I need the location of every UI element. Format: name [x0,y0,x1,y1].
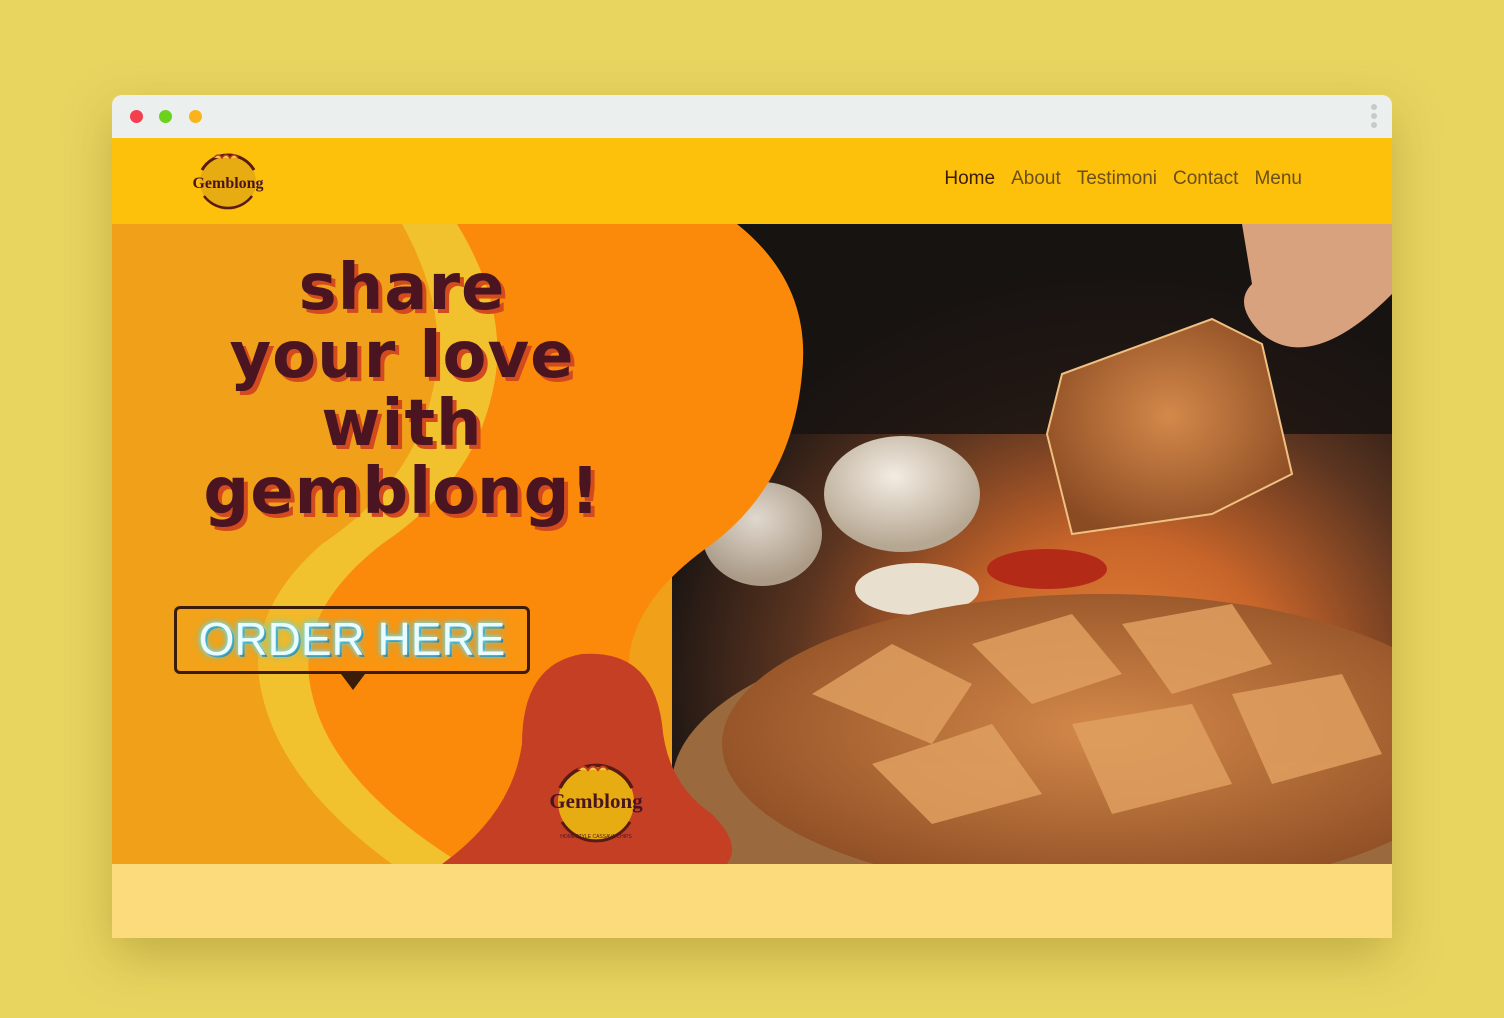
kebab-menu-icon[interactable] [1370,104,1378,130]
nav-menu[interactable]: Menu [1254,168,1302,190]
headline-line: gemblong! [203,455,601,529]
minimize-window-button[interactable] [159,110,172,123]
content-band [112,864,1392,938]
headline-line: share [298,251,506,325]
order-here-label: ORDER HERE [198,613,506,665]
close-window-button[interactable] [130,110,143,123]
svg-text:Gemblong: Gemblong [192,175,263,192]
headline-line: your love [229,319,575,393]
gemblong-logo[interactable]: Gemblong [190,148,266,214]
browser-chrome [112,95,1392,138]
maximize-window-button[interactable] [189,110,202,123]
main-nav: Home About Testimoni Contact Menu [944,168,1302,190]
nav-home[interactable]: Home [944,168,995,190]
speech-tail [341,674,365,690]
hero-section: share your love with gemblong! ORDER HER… [112,224,1392,864]
order-here-button[interactable]: ORDER HERE [174,606,530,690]
nav-about[interactable]: About [1011,168,1061,190]
gemblong-badge-logo[interactable]: Gemblong HOMESTYLE CASSAVA CHIPS [544,754,648,846]
svg-text:Gemblong: Gemblong [549,789,643,813]
browser-window: Gemblong Home About Testimoni Contact Me… [112,95,1392,938]
hero-headline: share your love with gemblong! [152,254,652,526]
nav-contact[interactable]: Contact [1173,168,1238,190]
site-navbar: Gemblong Home About Testimoni Contact Me… [112,138,1392,224]
svg-text:HOMESTYLE CASSAVA CHIPS: HOMESTYLE CASSAVA CHIPS [560,834,632,840]
garlic-bulb [824,436,980,552]
nav-testimoni[interactable]: Testimoni [1077,168,1157,190]
headline-line: with [321,387,483,461]
